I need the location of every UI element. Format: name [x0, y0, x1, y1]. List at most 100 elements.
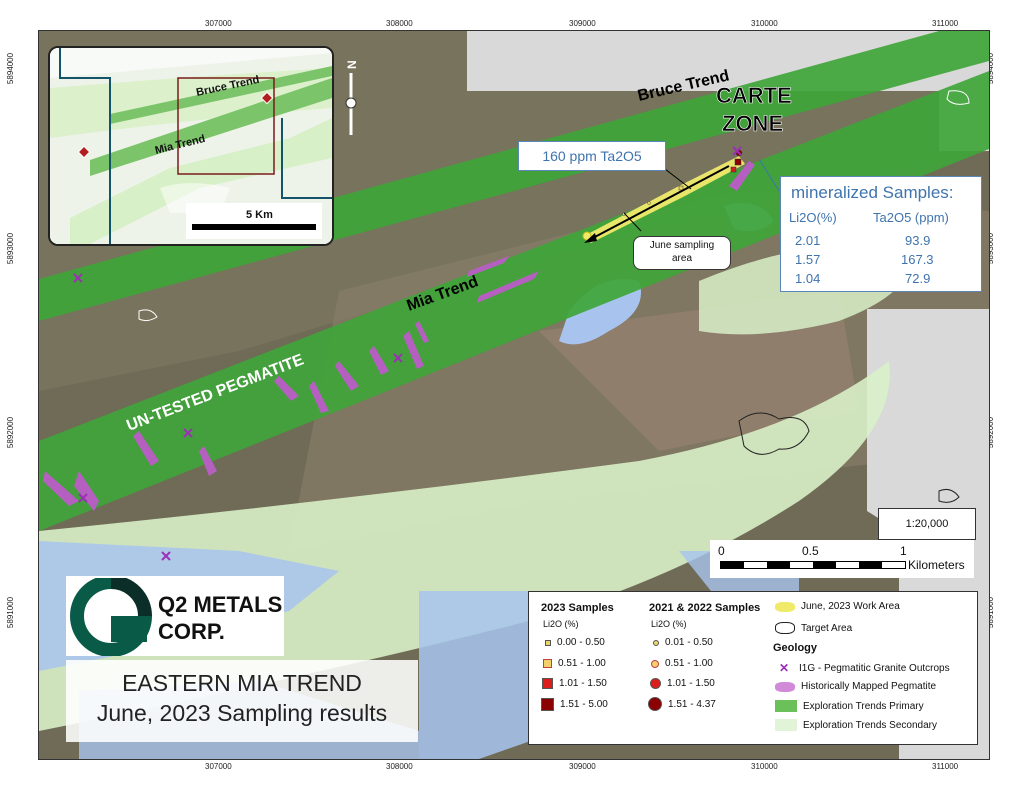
sample-circle-icon: [653, 639, 659, 646]
mineralized-samples-box: mineralized Samples: Li2O(%) Ta2O5 (ppm)…: [780, 176, 982, 292]
legend-title-2122: 2021 & 2022 Samples: [649, 602, 761, 614]
legend-label: 0.00 - 0.50: [557, 637, 605, 648]
samples-row-ta: 72.9: [905, 271, 931, 286]
ta-callout: 160 ppm Ta2O5: [518, 141, 666, 171]
legend-2023-class-4: 1.51 - 5.00: [541, 698, 608, 711]
samples-row-li: 1.04: [795, 271, 821, 286]
legend-label: Target Area: [801, 622, 853, 634]
logo-text-line1: Q2 METALS: [158, 592, 283, 617]
legend-label: 1.01 - 1.50: [559, 678, 607, 689]
grid-x-tick-top: 309000: [569, 19, 596, 28]
legend-label: 0.51 - 1.00: [558, 658, 606, 669]
work-area-swatch-icon: [775, 601, 795, 612]
legend-title-2023: 2023 Samples: [541, 602, 614, 614]
samples-row-ta: 93.9: [905, 233, 931, 248]
legend-2122-class-2: 0.51 - 1.00: [651, 658, 713, 669]
grid-y-tick-left: 5892000: [6, 416, 16, 449]
grid-x-tick-top: 307000: [205, 19, 232, 28]
grid-x-tick-top: 308000: [386, 19, 413, 28]
samples-box-title: mineralized Samples:: [791, 183, 954, 202]
legend-target-area: Target Area: [775, 622, 852, 634]
legend-label: 0.01 - 0.50: [665, 637, 713, 648]
samples-header-li: Li2O(%): [789, 210, 837, 225]
north-arrow-icon: N: [345, 60, 359, 135]
company-logo: Q2 METALS CORP.: [66, 576, 284, 656]
title-line2: June, 2023 Sampling results: [96, 700, 388, 726]
legend-label: 1.51 - 5.00: [560, 699, 608, 710]
legend: 2023 Samples 2021 & 2022 Samples Li2O (%…: [528, 591, 978, 745]
q2-logo-icon: [70, 578, 152, 656]
june-callout-line: June sampling: [649, 240, 715, 251]
map-title: EASTERN MIA TREND June, 2023 Sampling re…: [66, 660, 418, 742]
grid-y-tick-left: 5893000: [6, 232, 16, 265]
inset-scale-bar: [192, 224, 316, 230]
north-circle: [345, 97, 357, 109]
scale-ratio-box: 1:20,000: [878, 508, 976, 540]
carte-zone-label: ZONE: [722, 111, 783, 136]
june-sampling-callout: June sampling area: [633, 236, 731, 270]
scale-tick-half: 0.5: [802, 544, 819, 558]
grid-x-tick-bottom: 311000: [932, 762, 959, 771]
samples-header-ta: Ta2O5 (ppm): [873, 210, 949, 225]
scale-tick-1: 1: [900, 544, 907, 558]
secondary-trend-swatch-icon: [775, 719, 797, 731]
north-letter: N: [345, 60, 359, 69]
legend-work-area: June, 2023 Work Area: [775, 601, 900, 612]
sample-2023: [734, 158, 742, 166]
sample-square-icon: [541, 698, 554, 711]
sample-2023: [730, 166, 737, 173]
outcrop-x-icon: ✕: [779, 661, 790, 675]
target-area-swatch-icon: [775, 622, 795, 634]
legend-label: 0.51 - 1.00: [665, 658, 713, 669]
inset-scale-label: 5 Km: [246, 209, 273, 221]
sample-square-icon: [543, 659, 552, 668]
legend-2122-class-1: 0.01 - 0.50: [653, 637, 713, 648]
june-callout-line: area: [671, 253, 692, 264]
north-arrow: N: [338, 55, 364, 145]
legend-outcrops: ✕ I1G - Pegmatitic Granite Outcrops: [779, 661, 950, 675]
sample-square-icon: [542, 678, 553, 689]
scale-bar: [720, 561, 906, 569]
legend-2122-class-4: 1.51 - 4.37: [648, 697, 716, 711]
legend-2023-class-3: 1.01 - 1.50: [542, 678, 607, 689]
sample-2023: [647, 201, 651, 205]
legend-label: 1.51 - 4.37: [668, 698, 716, 710]
legend-2122-class-3: 1.01 - 1.50: [650, 678, 715, 689]
sample-circle-icon: [648, 697, 662, 711]
samples-row-li: 1.57: [795, 252, 821, 267]
sample-square-icon: [545, 639, 551, 646]
grid-y-tick-left: 5894000: [6, 52, 16, 85]
grid-x-tick-bottom: 309000: [569, 762, 596, 771]
logo-tail: [111, 616, 147, 642]
scale-tick-0: 0: [718, 544, 725, 558]
pegmatite-swatch-icon: [775, 681, 795, 692]
sample-2023: [678, 185, 684, 191]
legend-secondary: Exploration Trends Secondary: [775, 719, 937, 731]
legend-unit-2122: Li2O (%): [651, 619, 687, 629]
legend-label: I1G - Pegmatitic Granite Outcrops: [799, 662, 950, 674]
legend-label: Historically Mapped Pegmatite: [801, 681, 937, 692]
sample-circle-icon: [650, 678, 661, 689]
scale-bar-box: 0 0.5 1 Kilometers: [710, 540, 974, 578]
samples-row-li: 2.01: [795, 233, 821, 248]
grid-x-tick-top: 311000: [932, 19, 959, 28]
grid-x-tick-bottom: 308000: [386, 762, 413, 771]
legend-geology-title: Geology: [773, 642, 818, 654]
carte-zone-label: CARTE: [716, 83, 792, 108]
overview-inset[interactable]: Bruce Trend Mia Trend 5 Km: [48, 46, 334, 246]
legend-2023-class-2: 0.51 - 1.00: [543, 658, 606, 669]
samples-row-ta: 167.3: [901, 252, 934, 267]
title-line1: EASTERN MIA TREND: [122, 670, 362, 696]
primary-trend-swatch-icon: [775, 700, 797, 712]
grid-y-tick-left: 5891000: [6, 596, 16, 629]
legend-primary: Exploration Trends Primary: [775, 700, 924, 712]
grid-x-tick-top: 310000: [751, 19, 778, 28]
inset-svg: Bruce Trend Mia Trend 5 Km: [50, 48, 332, 244]
grid-x-tick-bottom: 310000: [751, 762, 778, 771]
legend-2023-class-1: 0.00 - 0.50: [545, 637, 605, 648]
legend-label: 1.01 - 1.50: [667, 678, 715, 689]
sample-circle-icon: [651, 659, 659, 668]
legend-unit-2023: Li2O (%): [543, 619, 579, 629]
legend-label: Exploration Trends Primary: [803, 700, 924, 712]
legend-label: June, 2023 Work Area: [801, 601, 900, 612]
